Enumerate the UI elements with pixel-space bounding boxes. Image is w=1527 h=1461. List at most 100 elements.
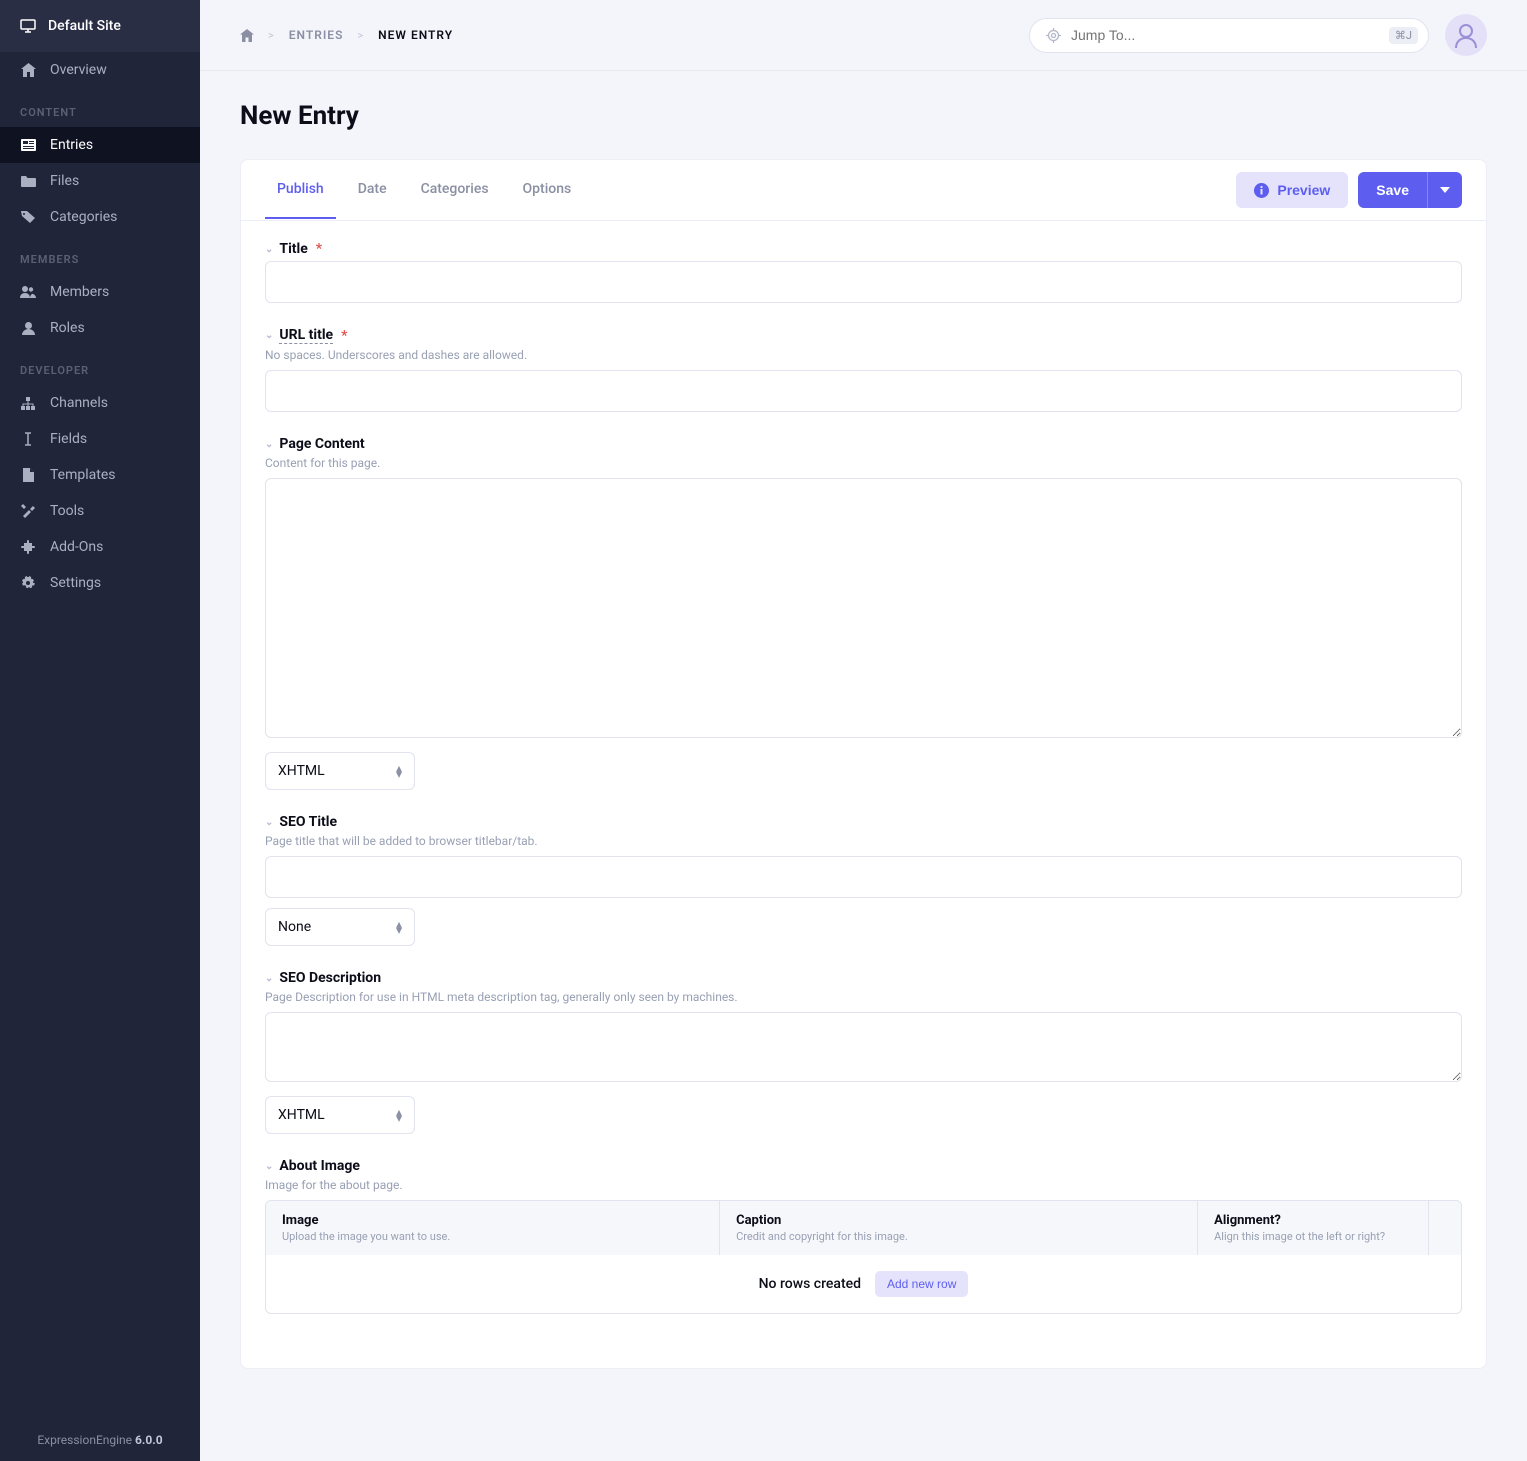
select-caret-icon: ▴▾: [396, 765, 402, 777]
sidebar-item-label: Categories: [50, 209, 117, 225]
breadcrumb-entries[interactable]: ENTRIES: [289, 28, 344, 42]
sidebar-item-label: Add-Ons: [50, 539, 103, 555]
puzzle-icon: [20, 540, 36, 554]
grid-col-caption: Caption Credit and copyright for this im…: [720, 1201, 1198, 1255]
select-caret-icon: ▴▾: [396, 921, 402, 933]
sidebar-item-channels[interactable]: Channels: [0, 385, 200, 421]
field-seo-title: ⌄SEO Title Page title that will be added…: [265, 814, 1462, 946]
gear-icon: [20, 576, 36, 590]
sidebar-item-label: Files: [50, 173, 79, 189]
sidebar-item-label: Roles: [50, 320, 85, 336]
sidebar: Default Site Overview CONTENT Entries Fi…: [0, 0, 200, 1461]
tab-publish[interactable]: Publish: [265, 161, 336, 219]
required-indicator: *: [316, 241, 322, 257]
field-title: ⌄Title*: [265, 241, 1462, 303]
sidebar-section-content: CONTENT: [0, 88, 200, 127]
tab-options[interactable]: Options: [511, 161, 584, 219]
grid-col-image: Image Upload the image you want to use.: [266, 1201, 720, 1255]
sidebar-item-members[interactable]: Members: [0, 274, 200, 310]
target-icon: [1046, 28, 1061, 43]
required-indicator: *: [341, 328, 347, 344]
chevron-down-icon: ⌄: [265, 817, 273, 828]
sitemap-icon: [20, 397, 36, 410]
home-icon[interactable]: [240, 29, 254, 42]
sidebar-section-developer: DEVELOPER: [0, 346, 200, 385]
tab-date[interactable]: Date: [346, 161, 399, 219]
newspaper-icon: [20, 139, 36, 151]
field-about-image: ⌄About Image Image for the about page. I…: [265, 1158, 1462, 1314]
breadcrumb-sep: >: [357, 29, 364, 42]
tab-categories[interactable]: Categories: [409, 161, 501, 219]
jump-shortcut: ⌘J: [1389, 27, 1418, 44]
sidebar-item-label: Tools: [50, 503, 84, 519]
tags-icon: [20, 211, 36, 224]
user-icon: [20, 322, 36, 335]
site-switcher[interactable]: Default Site: [0, 0, 200, 52]
file-icon: [20, 468, 36, 482]
save-dropdown-button[interactable]: [1427, 172, 1462, 208]
chevron-down-icon: ⌄: [265, 973, 273, 984]
page-title: New Entry: [240, 101, 1487, 131]
select-caret-icon: ▴▾: [396, 1109, 402, 1121]
sidebar-section-members: MEMBERS: [0, 235, 200, 274]
breadcrumb-current: NEW ENTRY: [378, 28, 453, 42]
sidebar-item-label: Members: [50, 284, 109, 300]
sidebar-item-fields[interactable]: Fields: [0, 421, 200, 457]
breadcrumb-sep: >: [268, 29, 275, 42]
grid-header: Image Upload the image you want to use. …: [266, 1201, 1461, 1255]
save-button[interactable]: Save: [1358, 172, 1427, 208]
topbar: > ENTRIES > NEW ENTRY ⌘J: [200, 0, 1527, 71]
sidebar-item-roles[interactable]: Roles: [0, 310, 200, 346]
sidebar-item-entries[interactable]: Entries: [0, 127, 200, 163]
users-icon: [20, 286, 36, 298]
sidebar-item-overview[interactable]: Overview: [0, 52, 200, 88]
sidebar-item-label: Overview: [50, 62, 107, 78]
seo-description-format-select[interactable]: XHTML ▴▾: [265, 1096, 415, 1134]
chevron-down-icon: ⌄: [265, 1161, 273, 1172]
sidebar-item-tools[interactable]: Tools: [0, 493, 200, 529]
grid-empty-text: No rows created: [759, 1276, 861, 1292]
field-url-title: ⌄URL title* No spaces. Underscores and d…: [265, 327, 1462, 412]
field-page-content: ⌄Page Content Content for this page. XHT…: [265, 436, 1462, 790]
site-name: Default Site: [48, 18, 121, 34]
page-content-textarea[interactable]: [265, 478, 1462, 738]
sidebar-item-categories[interactable]: Categories: [0, 199, 200, 235]
avatar[interactable]: [1445, 14, 1487, 56]
url-title-input[interactable]: [265, 370, 1462, 412]
grid-col-actions: [1429, 1201, 1461, 1255]
chevron-down-icon: ⌄: [265, 244, 273, 255]
sidebar-item-files[interactable]: Files: [0, 163, 200, 199]
sidebar-item-templates[interactable]: Templates: [0, 457, 200, 493]
page-content-format-select[interactable]: XHTML ▴▾: [265, 752, 415, 790]
tools-icon: [20, 504, 36, 518]
home-icon: [20, 63, 36, 77]
save-button-group: Save: [1358, 172, 1462, 208]
sidebar-item-label: Entries: [50, 137, 93, 153]
sidebar-footer: ExpressionEngine 6.0.0: [0, 1419, 200, 1461]
breadcrumb: > ENTRIES > NEW ENTRY: [240, 28, 453, 42]
add-row-button[interactable]: Add new row: [875, 1271, 968, 1297]
sidebar-item-settings[interactable]: Settings: [0, 565, 200, 601]
sidebar-item-addons[interactable]: Add-Ons: [0, 529, 200, 565]
grid-footer: No rows created Add new row: [266, 1255, 1461, 1313]
monitor-icon: [20, 19, 36, 33]
panel-tabs: Publish Date Categories Options Preview …: [241, 160, 1486, 221]
entry-panel: Publish Date Categories Options Preview …: [240, 159, 1487, 1369]
grid-col-alignment: Alignment? Align this image ot the left …: [1198, 1201, 1429, 1255]
preview-button[interactable]: Preview: [1236, 172, 1348, 208]
field-seo-description: ⌄SEO Description Page Description for us…: [265, 970, 1462, 1134]
seo-description-textarea[interactable]: [265, 1012, 1462, 1082]
seo-title-format-select[interactable]: None ▴▾: [265, 908, 415, 946]
i-cursor-icon: [20, 432, 36, 446]
jump-to[interactable]: ⌘J: [1029, 18, 1429, 53]
sidebar-item-label: Settings: [50, 575, 101, 591]
about-image-grid: Image Upload the image you want to use. …: [265, 1200, 1462, 1314]
sidebar-item-label: Fields: [50, 431, 87, 447]
eye-icon: [1254, 183, 1269, 198]
sidebar-item-label: Templates: [50, 467, 116, 483]
seo-title-input[interactable]: [265, 856, 1462, 898]
jump-input[interactable]: [1071, 27, 1379, 43]
sidebar-item-label: Channels: [50, 395, 108, 411]
title-input[interactable]: [265, 261, 1462, 303]
chevron-down-icon: ⌄: [265, 330, 273, 341]
